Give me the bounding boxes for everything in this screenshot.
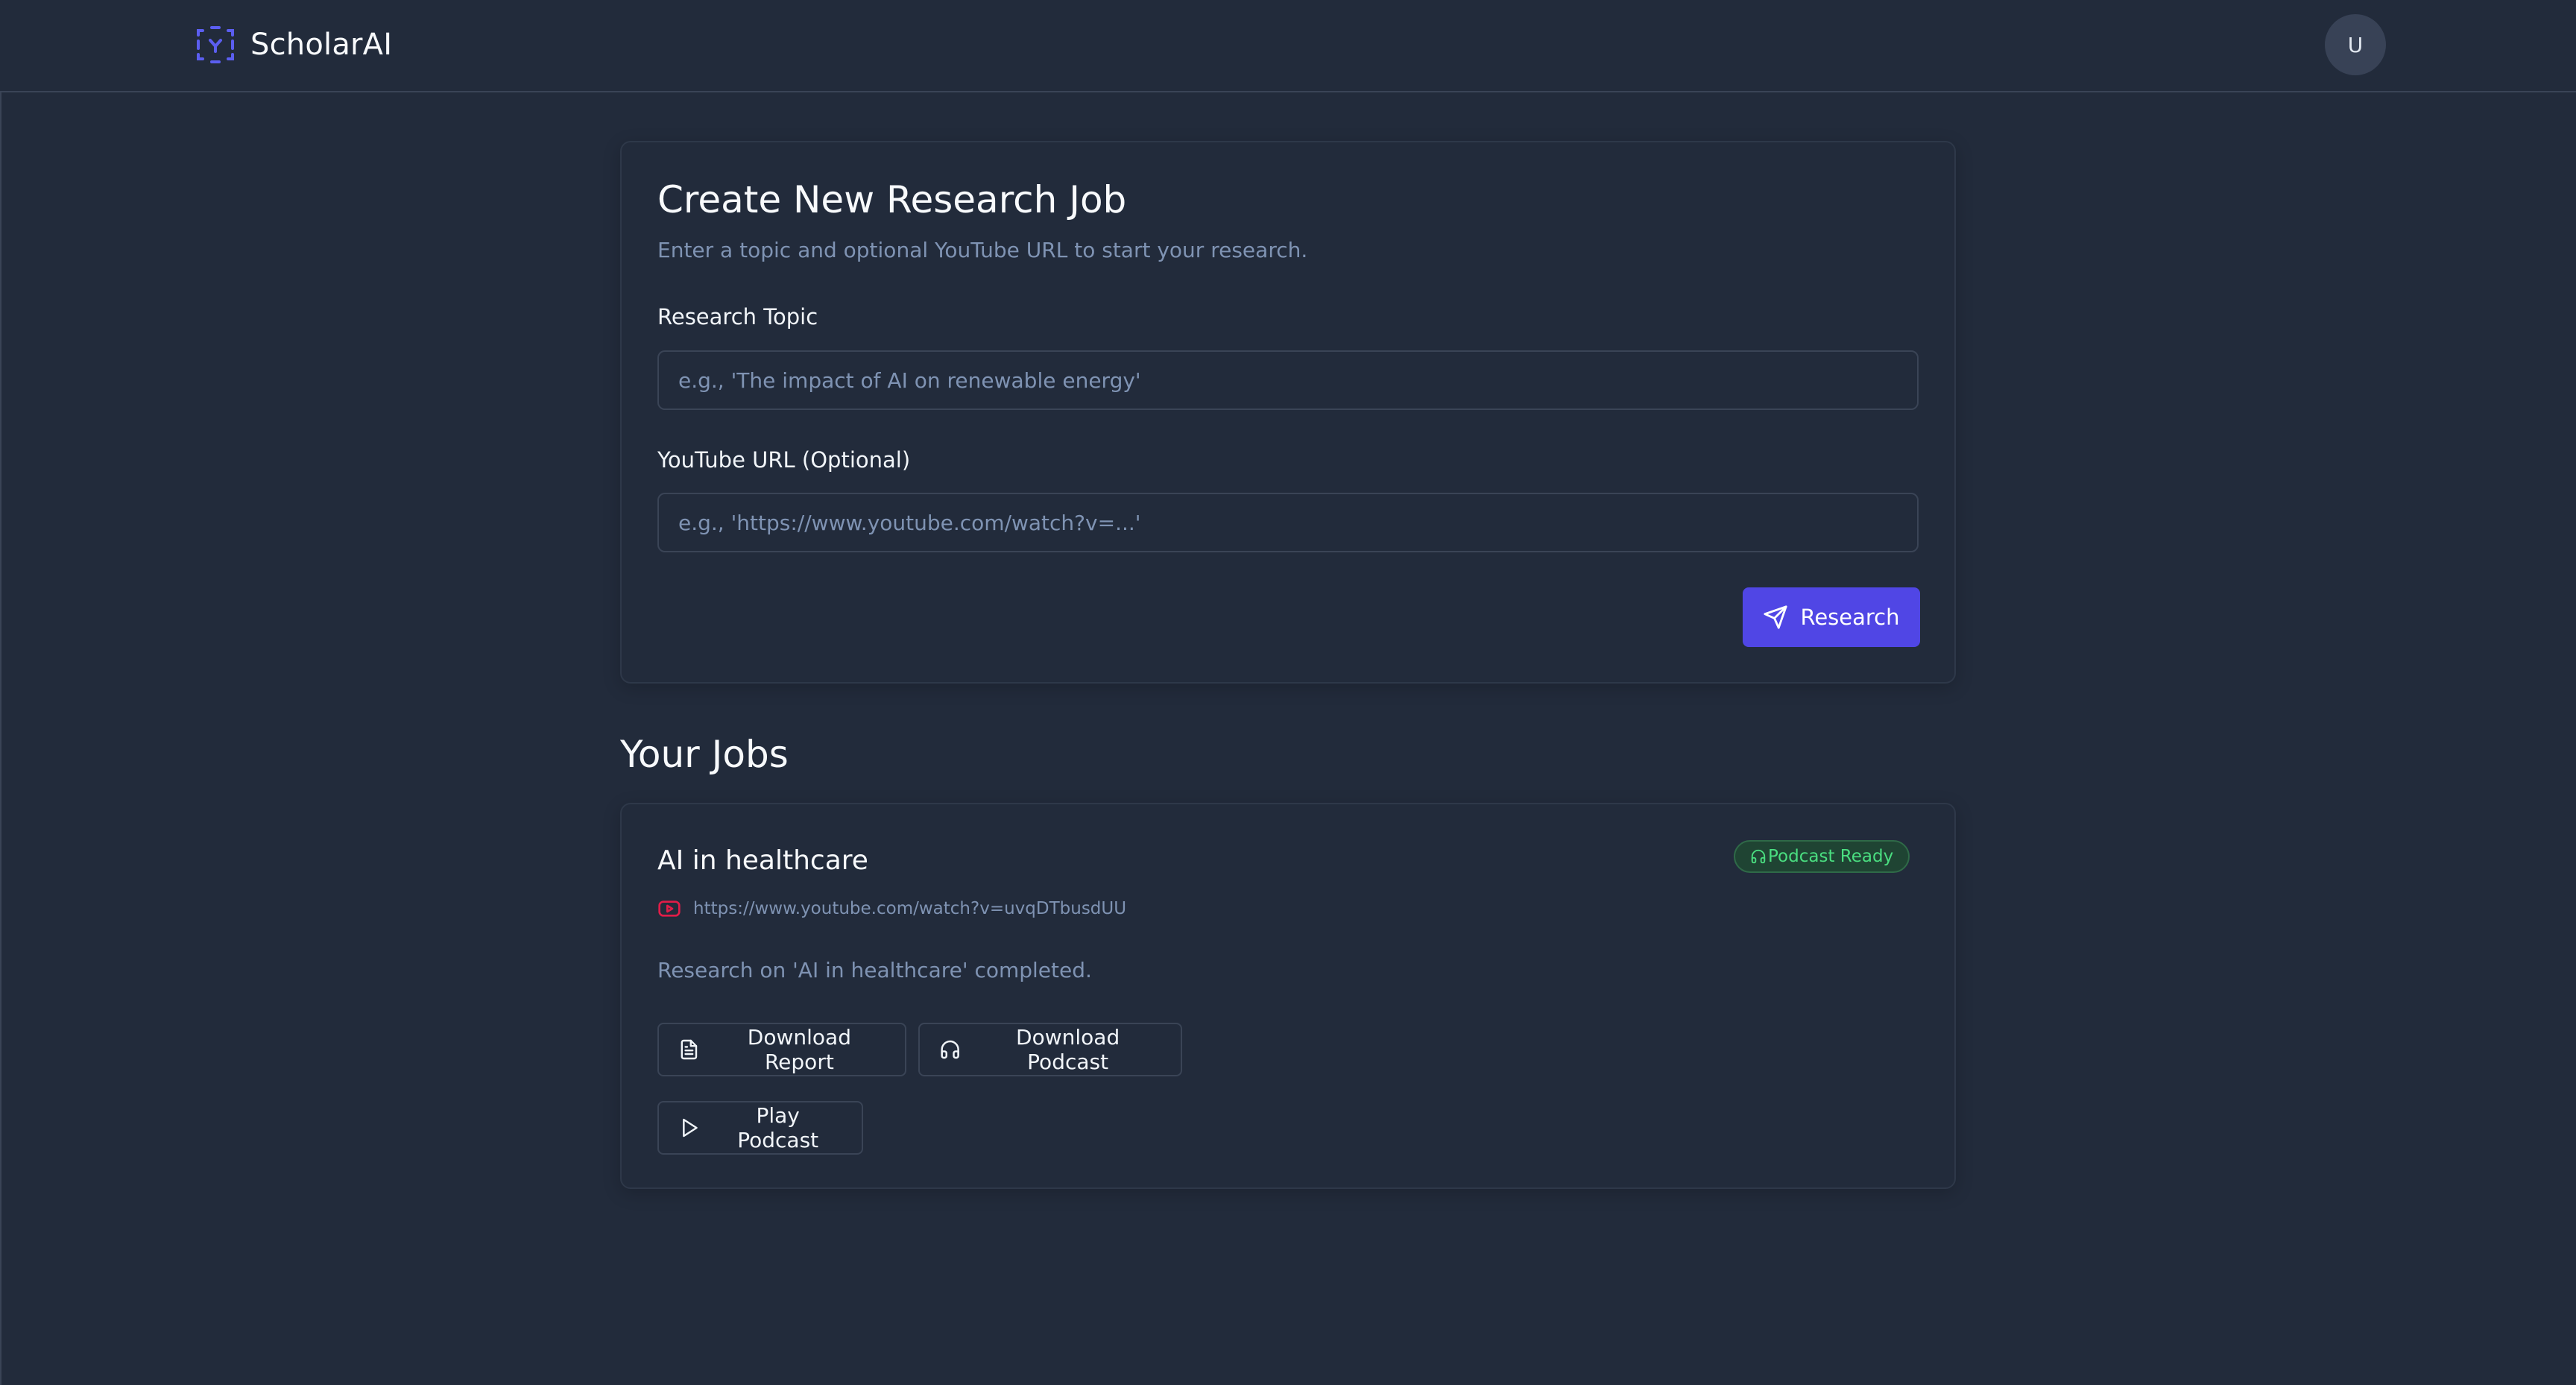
research-topic-label: Research Topic — [657, 304, 818, 329]
window-edge — [0, 0, 1, 1385]
research-topic-input[interactable] — [657, 350, 1919, 410]
create-job-card: Create New Research Job Enter a topic an… — [620, 141, 1956, 684]
headphones-icon — [1751, 849, 1766, 864]
status-badge-label: Podcast Ready — [1768, 847, 1894, 866]
file-text-icon — [681, 1039, 698, 1060]
job-status-text: Research on 'AI in healthcare' completed… — [657, 958, 1092, 982]
youtube-url-label: YouTube URL (Optional) — [657, 447, 911, 473]
scholarai-logo-icon — [197, 26, 234, 63]
youtube-url-input[interactable] — [657, 493, 1919, 552]
send-icon — [1764, 605, 1788, 629]
your-jobs-heading: Your Jobs — [620, 733, 789, 776]
youtube-link[interactable]: https://www.youtube.com/watch?v=uvqDTbus… — [657, 897, 1126, 921]
play-podcast-button[interactable]: Play Podcast — [657, 1101, 863, 1155]
headphones-icon — [941, 1040, 959, 1059]
research-button-label: Research — [1800, 605, 1900, 630]
research-button[interactable]: Research — [1743, 587, 1920, 647]
create-job-subtitle: Enter a topic and optional YouTube URL t… — [657, 238, 1308, 262]
user-avatar[interactable]: U — [2325, 14, 2386, 75]
job-title: AI in healthcare — [657, 845, 868, 876]
app-logo[interactable]: ScholarAI — [195, 22, 392, 67]
youtube-url-text[interactable]: https://www.youtube.com/watch?v=uvqDTbus… — [693, 899, 1126, 918]
download-report-label: Download Report — [747, 1025, 851, 1074]
download-podcast-label: Download Podcast — [1016, 1025, 1120, 1074]
download-report-button[interactable]: Download Report — [657, 1023, 906, 1076]
play-podcast-label: Play Podcast — [737, 1103, 819, 1152]
youtube-icon — [658, 900, 681, 917]
download-podcast-button[interactable]: Download Podcast — [918, 1023, 1182, 1076]
app-name: ScholarAI — [250, 28, 393, 62]
top-nav: ScholarAI U — [0, 0, 2576, 92]
job-card: AI in healthcare Podcast Ready https://w… — [620, 803, 1956, 1189]
create-job-title: Create New Research Job — [657, 178, 1127, 221]
status-badge: Podcast Ready — [1734, 840, 1910, 873]
play-icon — [683, 1118, 698, 1138]
